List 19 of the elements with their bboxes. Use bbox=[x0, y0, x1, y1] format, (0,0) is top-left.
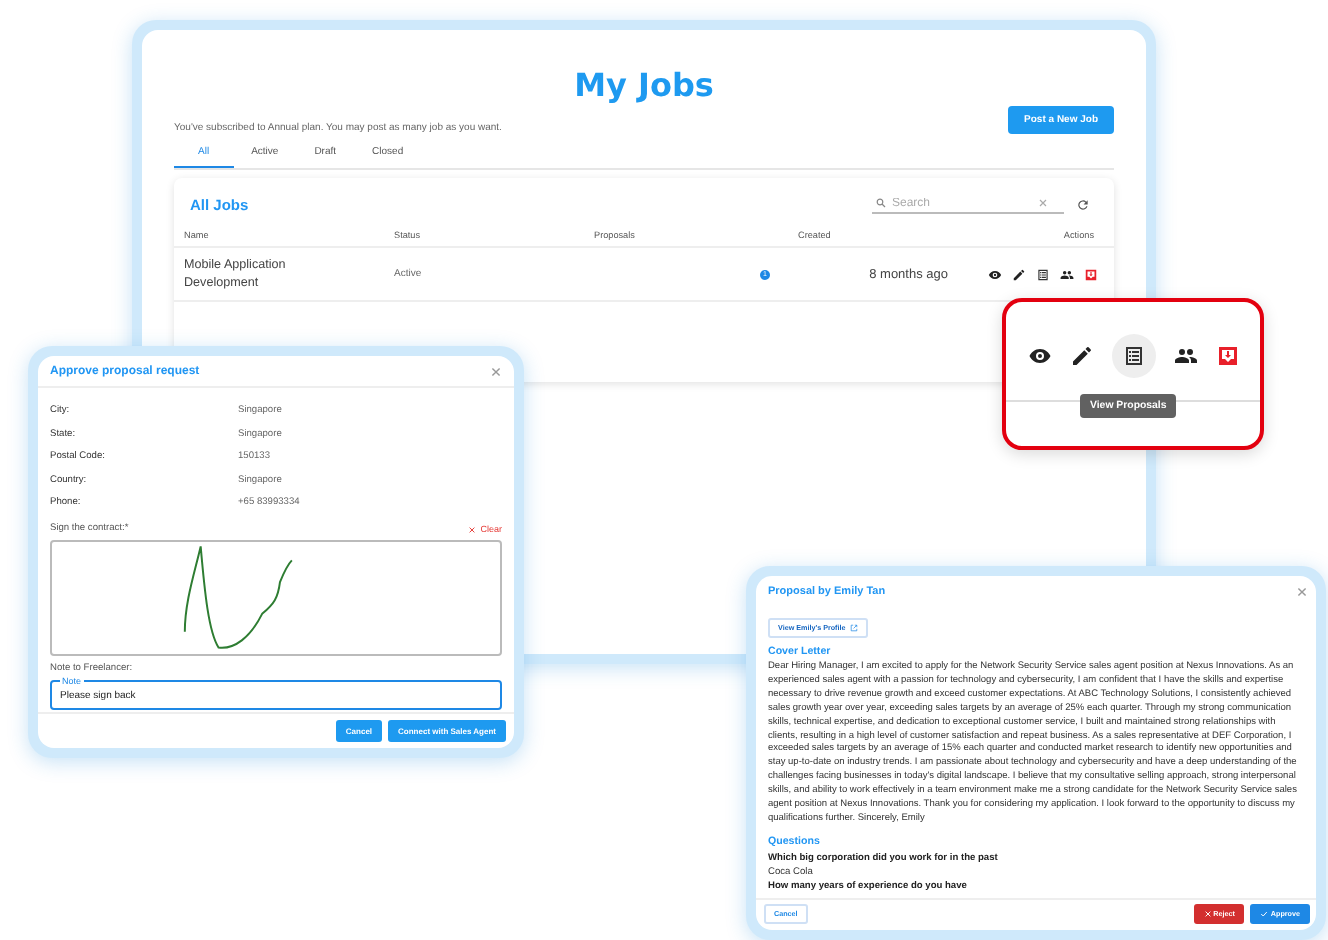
pencil-icon[interactable] bbox=[1069, 344, 1093, 368]
search-icon bbox=[876, 198, 886, 208]
close-icon[interactable] bbox=[468, 525, 477, 534]
eye-icon[interactable] bbox=[1027, 344, 1051, 368]
people-icon[interactable] bbox=[1060, 267, 1074, 281]
check-icon bbox=[1260, 910, 1269, 918]
list-icon[interactable] bbox=[1121, 344, 1145, 368]
refresh-icon[interactable] bbox=[1076, 197, 1090, 211]
list-icon[interactable] bbox=[1036, 267, 1050, 281]
people-icon[interactable] bbox=[1173, 344, 1197, 368]
close-icon[interactable] bbox=[1296, 586, 1308, 598]
download-box-icon[interactable] bbox=[1084, 267, 1098, 281]
close-icon[interactable] bbox=[490, 366, 502, 378]
external-link-icon bbox=[849, 624, 858, 632]
download-box-icon[interactable] bbox=[1215, 344, 1239, 368]
signature-drawing bbox=[183, 546, 293, 650]
pencil-icon[interactable] bbox=[1012, 267, 1026, 281]
page-title: My Jobs bbox=[572, 66, 716, 104]
eye-icon[interactable] bbox=[988, 267, 1002, 281]
